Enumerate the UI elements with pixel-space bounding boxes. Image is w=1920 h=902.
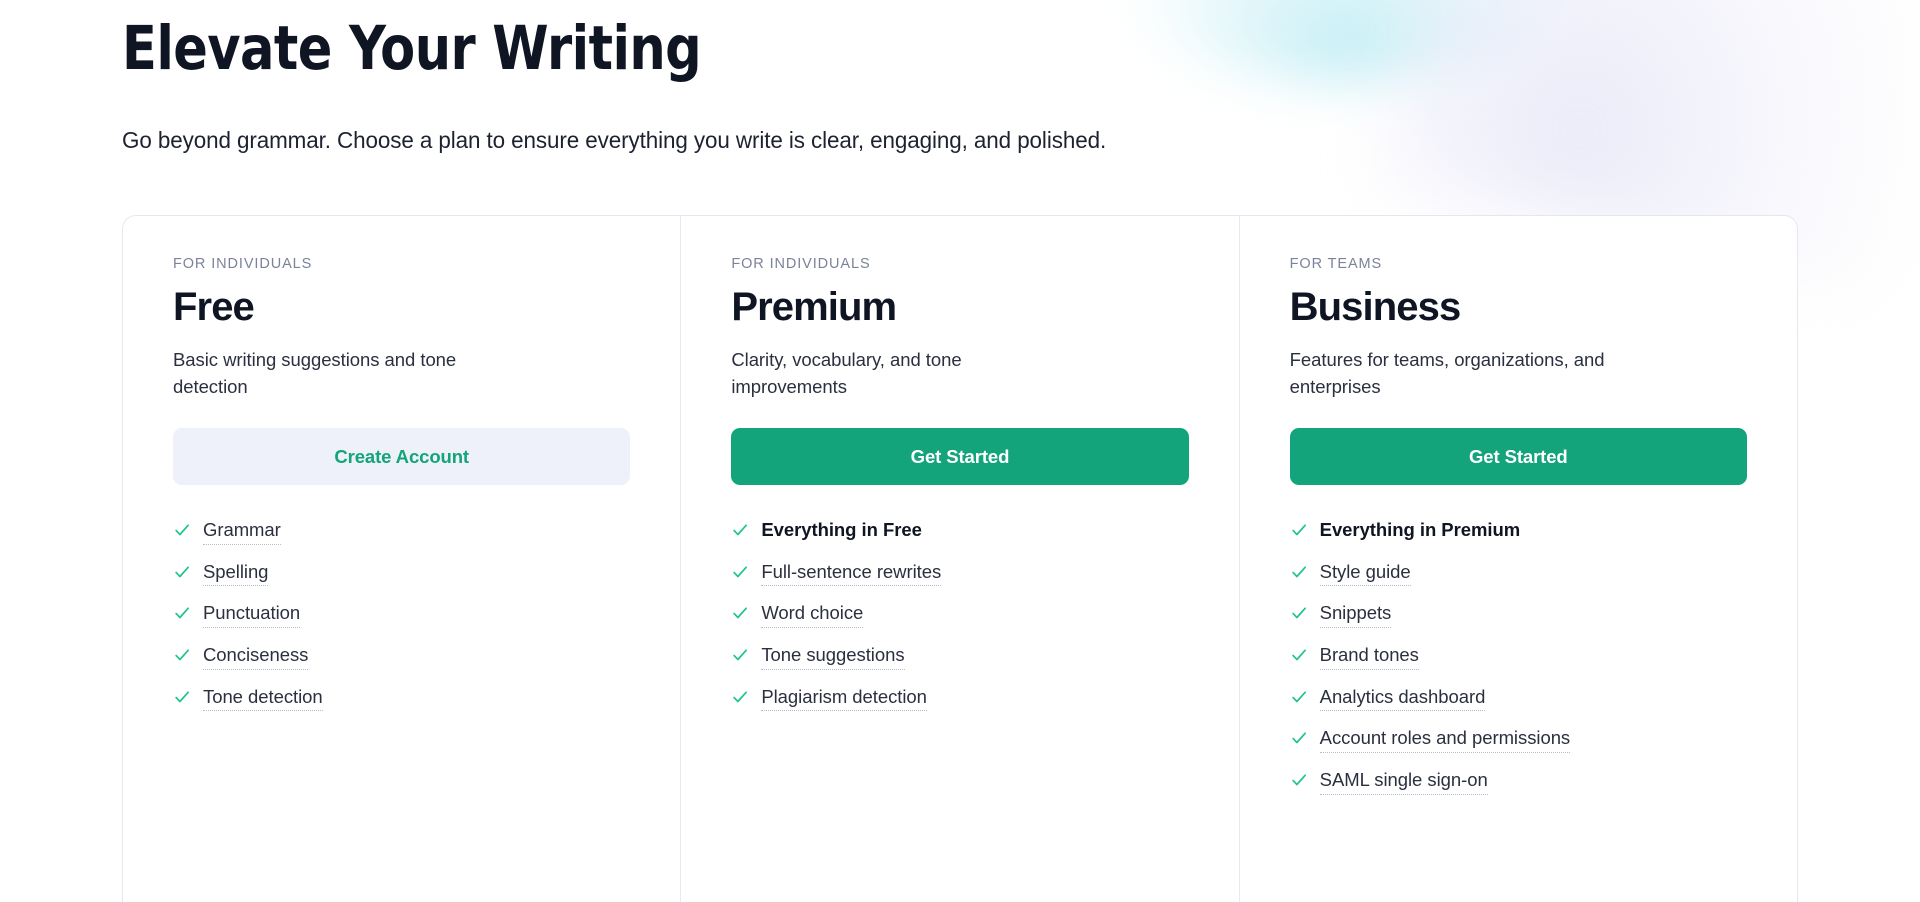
feature-label: Tone suggestions bbox=[761, 643, 905, 670]
page-title: Elevate Your Writing bbox=[122, 13, 702, 84]
feature-item: Everything in Free bbox=[731, 510, 1188, 552]
plans-panel: FOR INDIVIDUALS Free Basic writing sugge… bbox=[122, 214, 1798, 902]
check-icon bbox=[733, 690, 748, 702]
feature-item: Grammar bbox=[173, 510, 630, 552]
check-icon bbox=[1291, 774, 1306, 786]
pricing-page: Elevate Your Writing Go beyond grammar. … bbox=[0, 0, 1920, 902]
feature-label: Word choice bbox=[761, 601, 863, 628]
feature-label: Brand tones bbox=[1319, 643, 1419, 670]
feature-item: Punctuation bbox=[173, 594, 630, 636]
check-icon bbox=[733, 649, 748, 661]
check-icon bbox=[1291, 649, 1306, 661]
feature-item: Style guide bbox=[1290, 552, 1747, 594]
plan-description: Features for teams, organizations, and e… bbox=[1289, 348, 1605, 397]
feature-item: Account roles and permissions bbox=[1290, 719, 1747, 761]
feature-label: Punctuation bbox=[203, 601, 300, 628]
feature-label: Analytics dashboard bbox=[1319, 685, 1485, 712]
page-subtitle: Go beyond grammar. Choose a plan to ensu… bbox=[122, 126, 1107, 153]
feature-label: Full-sentence rewrites bbox=[761, 560, 941, 587]
check-icon bbox=[175, 524, 189, 536]
check-icon bbox=[733, 565, 748, 577]
create-account-button[interactable]: Create Account bbox=[173, 428, 631, 486]
plan-name: Business bbox=[1289, 284, 1462, 329]
plan-eyebrow: FOR INDIVIDUALS bbox=[731, 255, 871, 272]
feature-list: Everything in Premium Style guide Snippe… bbox=[1290, 510, 1747, 802]
plan-card-premium: FOR INDIVIDUALS Premium Clarity, vocabul… bbox=[681, 215, 1240, 902]
feature-label: Snippets bbox=[1319, 601, 1391, 628]
feature-label: Grammar bbox=[203, 518, 281, 545]
feature-item: Spelling bbox=[173, 552, 630, 594]
plan-description: Basic writing suggestions and tone detec… bbox=[173, 348, 457, 397]
check-icon bbox=[733, 524, 748, 536]
feature-label: SAML single sign-on bbox=[1319, 768, 1488, 795]
feature-label: Tone detection bbox=[203, 685, 323, 712]
feature-item: Word choice bbox=[731, 594, 1188, 636]
plan-description: Clarity, vocabulary, and tone improvemen… bbox=[731, 348, 962, 397]
check-icon bbox=[1291, 732, 1306, 744]
check-icon bbox=[175, 565, 189, 577]
get-started-button-premium[interactable]: Get Started bbox=[731, 428, 1189, 486]
feature-list: Grammar Spelling Punctuation Conciseness… bbox=[173, 510, 630, 718]
feature-label: Style guide bbox=[1319, 560, 1411, 587]
plan-name: Free bbox=[173, 284, 255, 329]
get-started-button-business[interactable]: Get Started bbox=[1289, 428, 1747, 486]
plan-card-free: FOR INDIVIDUALS Free Basic writing sugge… bbox=[123, 215, 682, 902]
check-icon bbox=[1291, 565, 1306, 577]
feature-item: Tone suggestions bbox=[731, 635, 1188, 677]
check-icon bbox=[1291, 607, 1306, 619]
feature-item: Plagiarism detection bbox=[731, 677, 1188, 719]
feature-item: Tone detection bbox=[173, 677, 630, 719]
check-icon bbox=[733, 607, 748, 619]
plan-name: Premium bbox=[731, 284, 897, 329]
feature-label: Spelling bbox=[203, 560, 268, 587]
feature-label: Plagiarism detection bbox=[761, 685, 927, 712]
feature-item: Snippets bbox=[1290, 594, 1747, 636]
check-icon bbox=[1291, 524, 1306, 536]
feature-label: Everything in Free bbox=[761, 518, 922, 540]
hero-section: Elevate Your Writing Go beyond grammar. … bbox=[122, 0, 1798, 156]
feature-item: SAML single sign-on bbox=[1290, 760, 1747, 802]
check-icon bbox=[175, 649, 189, 661]
feature-item: Full-sentence rewrites bbox=[731, 552, 1188, 594]
feature-item: Conciseness bbox=[173, 635, 630, 677]
plan-eyebrow: FOR INDIVIDUALS bbox=[173, 255, 313, 272]
feature-item: Brand tones bbox=[1290, 635, 1747, 677]
check-icon bbox=[175, 607, 189, 619]
feature-label: Account roles and permissions bbox=[1319, 726, 1570, 753]
plan-eyebrow: FOR TEAMS bbox=[1289, 255, 1383, 272]
feature-label: Conciseness bbox=[203, 643, 308, 670]
feature-item: Everything in Premium bbox=[1290, 510, 1747, 552]
check-icon bbox=[1291, 690, 1306, 702]
feature-label: Everything in Premium bbox=[1319, 518, 1521, 540]
feature-item: Analytics dashboard bbox=[1290, 677, 1747, 719]
plan-card-business: FOR TEAMS Business Features for teams, o… bbox=[1240, 216, 1797, 902]
check-icon bbox=[175, 690, 189, 702]
feature-list: Everything in Free Full-sentence rewrite… bbox=[731, 510, 1188, 718]
